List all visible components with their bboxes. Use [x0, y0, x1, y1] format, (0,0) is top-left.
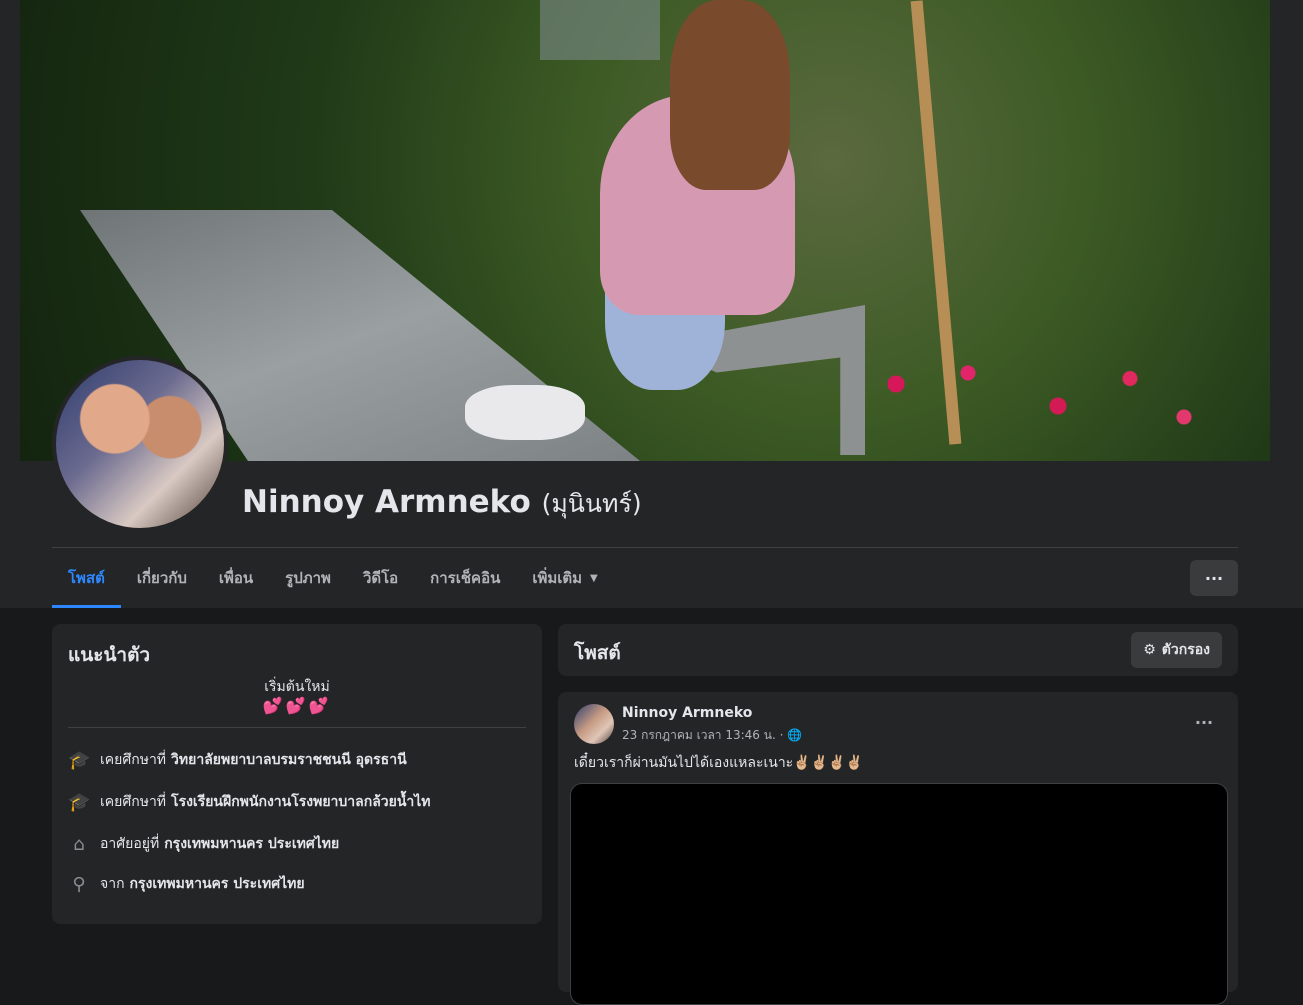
posts-section-title: โพสต์ [574, 642, 621, 664]
profile-name: Ninnoy Armneko (มุนินทร์) [242, 484, 642, 524]
tab-label: เกี่ยวกับ [136, 569, 187, 587]
cover-flowers [860, 340, 1220, 450]
post-timestamp[interactable]: 23 กรกฎาคม เวลา 13:46 น. · [622, 728, 783, 742]
cover-shoe [465, 385, 585, 440]
tab-posts[interactable]: โพสต์ [52, 548, 121, 608]
cover-sky [540, 0, 660, 60]
intro-bio-emoji: 💕💕💕 [262, 696, 332, 715]
tab-label: เพื่อน [218, 569, 254, 587]
info-row-education-2: 🎓 เคยศึกษาที่ โรงเรียนฝึกพนักงานโรงพยาบาล… [68, 790, 431, 814]
filter-label: ตัวกรอง [1161, 642, 1210, 658]
avatar-image [56, 360, 224, 528]
post-author-avatar[interactable] [574, 704, 614, 744]
info-value[interactable]: โรงเรียนฝึกพนักงานโรงพยาบาลกล้วยน้ำไท [171, 791, 431, 813]
posts-header-card: โพสต์ ⚙ ตัวกรอง [558, 624, 1238, 676]
location-pin-icon: ⚲ [72, 873, 86, 895]
tab-label: เพิ่มเติม [532, 569, 583, 587]
info-value[interactable]: วิทยาลัยพยาบาลบรมราชชนนี อุดรธานี [171, 749, 407, 771]
profile-name-text: Ninnoy Armneko [242, 484, 531, 520]
post-card: Ninnoy Armneko 23 กรกฎาคม เวลา 13:46 น. … [558, 692, 1238, 1005]
info-value[interactable]: กรุงเทพมหานคร ประเทศไทย [164, 833, 339, 855]
tab-more[interactable]: เพิ่มเติม ▼ [516, 548, 613, 608]
intro-bio: เริ่มต้นใหม่ [264, 679, 330, 695]
info-prefix: เคยศึกษาที่ [100, 794, 167, 810]
post-options-button[interactable]: ··· [1186, 708, 1222, 736]
tab-label: รูปภาพ [285, 569, 331, 587]
intro-title: แนะนำตัว [68, 644, 151, 666]
graduation-cap-icon: 🎓 [68, 749, 91, 771]
graduation-cap-icon: 🎓 [68, 791, 91, 813]
cover-person-hair [670, 0, 790, 190]
tab-friends[interactable]: เพื่อน [203, 548, 269, 608]
profile-alternate-name: (มุนินทร์) [541, 489, 642, 518]
post-video[interactable] [570, 783, 1228, 1005]
info-prefix: เคยศึกษาที่ [100, 752, 167, 768]
tab-checkins[interactable]: การเช็คอิน [414, 548, 516, 608]
profile-tabs: โพสต์ เกี่ยวกับ เพื่อน รูปภาพ วิดีโอ การ… [52, 548, 614, 608]
tab-photos[interactable]: รูปภาพ [269, 548, 347, 608]
info-row-from: ⚲ จาก กรุงเทพมหานคร ประเทศไทย [68, 872, 304, 896]
tab-label: การเช็คอิน [430, 569, 501, 587]
filter-button[interactable]: ⚙ ตัวกรอง [1131, 632, 1222, 668]
post-author-name[interactable]: Ninnoy Armneko [622, 705, 752, 721]
ellipsis-icon: ··· [1194, 712, 1214, 732]
more-options-button[interactable]: ··· [1190, 560, 1238, 596]
intro-divider [68, 727, 526, 728]
tab-about[interactable]: เกี่ยวกับ [121, 548, 203, 608]
tab-label: โพสต์ [68, 569, 105, 587]
caret-down-icon: ▼ [590, 572, 598, 584]
globe-icon: 🌐 [787, 728, 803, 742]
tab-label: วิดีโอ [362, 569, 399, 587]
tab-videos[interactable]: วิดีโอ [347, 548, 414, 608]
home-icon: ⌂ [73, 833, 85, 855]
post-meta: 23 กรกฎาคม เวลา 13:46 น. · 🌐 [622, 726, 802, 745]
info-row-education-1: 🎓 เคยศึกษาที่ วิทยาลัยพยาบาลบรมราชชนนี อุ… [68, 748, 407, 772]
profile-header: Ninnoy Armneko (มุนินทร์) โพสต์ เกี่ยวกั… [0, 0, 1303, 608]
intro-card: แนะนำตัว เริ่มต้นใหม่ 💕💕💕 🎓 เคยศึกษาที่ว… [52, 624, 542, 924]
sliders-icon: ⚙ [1143, 642, 1156, 658]
info-row-lives-in: ⌂ อาศัยอยู่ที่ กรุงเทพมหานคร ประเทศไทย [68, 832, 339, 856]
profile-avatar[interactable] [52, 356, 228, 532]
post-text: เดี๋ยวเราก็ผ่านมันไปได้เองแหละเนาะ✌🏼✌🏼✌🏼… [574, 755, 863, 771]
ellipsis-icon: ··· [1204, 568, 1224, 588]
info-prefix: อาศัยอยู่ที่ [100, 836, 160, 852]
